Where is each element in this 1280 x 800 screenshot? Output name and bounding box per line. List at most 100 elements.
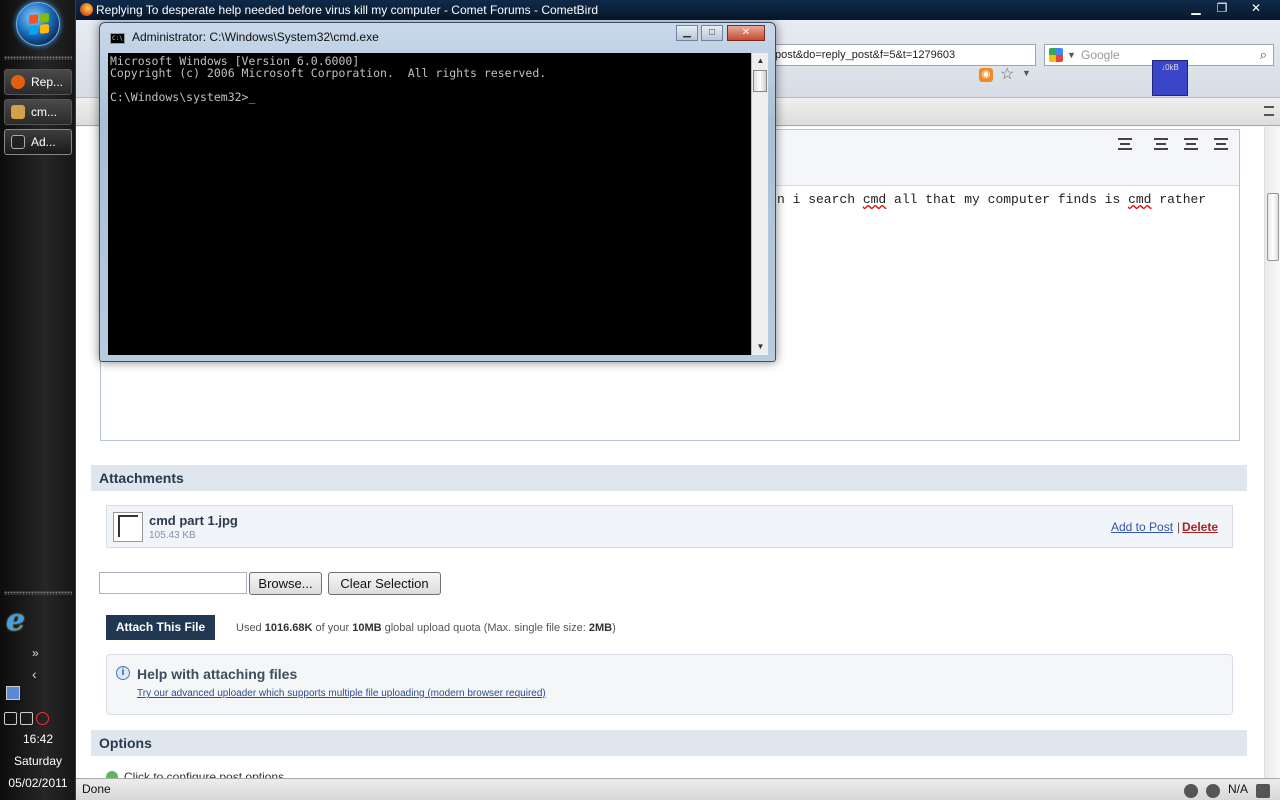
clock-day: Saturday xyxy=(13,754,63,768)
taskbar-item-cmd[interactable]: Ad... xyxy=(4,129,72,155)
cmd-title: Administrator: C:\Windows\System32\cmd.e… xyxy=(132,30,379,44)
clear-selection-button[interactable]: Clear Selection xyxy=(328,572,441,595)
taskbar-item-label: Ad... xyxy=(31,135,56,149)
browser-titlebar: Replying To desperate help needed before… xyxy=(76,0,1280,20)
page-scrollbar[interactable] xyxy=(1264,127,1280,778)
attach-file-button[interactable]: Attach This File xyxy=(106,615,215,640)
resize-grip-icon[interactable] xyxy=(1256,784,1270,798)
google-icon xyxy=(1049,48,1063,62)
cmd-icon xyxy=(11,135,25,149)
attachment-file-name: cmd part 1.jpg xyxy=(149,513,238,528)
attachment-row: cmd part 1.jpg 105.43 KB Add to Post | D… xyxy=(106,505,1233,548)
editor-text-part: n i search xyxy=(777,192,863,207)
quota-used: 1016.68K xyxy=(264,622,313,634)
clock-date: 05/02/2011 xyxy=(8,776,68,790)
cmd-scrollbar-thumb[interactable] xyxy=(753,70,767,92)
chevron-left-icon[interactable]: ‹ xyxy=(32,666,37,682)
bookmark-star-icon[interactable]: ☆ xyxy=(1000,64,1014,84)
browser-title: Replying To desperate help needed before… xyxy=(96,3,598,17)
cmd-line: Copyright (c) 2006 Microsoft Corporation… xyxy=(110,66,547,80)
upload-quota-text: Used 1016.68K of your 10MB global upload… xyxy=(236,622,616,634)
taskbar-grip xyxy=(4,591,72,595)
quota-text-part: global upload quota (Max. single file si… xyxy=(381,622,589,634)
close-button[interactable]: ✕ xyxy=(1244,0,1268,16)
scrollbar-thumb[interactable] xyxy=(1267,193,1279,261)
editor-text-part: rather xyxy=(1151,192,1207,207)
taskbar-item-label: Rep... xyxy=(31,75,64,89)
cmd-output: Microsoft Windows [Version 6.0.6000] Copy… xyxy=(110,55,546,103)
clock-time[interactable]: 16:42 xyxy=(0,732,76,746)
system-tray xyxy=(4,712,49,725)
volume-muted-icon[interactable] xyxy=(36,712,49,725)
internet-explorer-icon[interactable]: e xyxy=(6,606,36,636)
browse-button[interactable]: Browse... xyxy=(249,572,322,595)
editor-text-part: all that my computer finds is xyxy=(886,192,1129,207)
taskbar-grip xyxy=(4,56,72,60)
status-na: N/A xyxy=(1227,782,1248,796)
file-path-input[interactable] xyxy=(99,572,247,594)
indent-icon[interactable] xyxy=(1118,138,1132,150)
quota-text-part: ) xyxy=(612,622,616,634)
align-center-icon[interactable] xyxy=(1184,138,1198,150)
windows-logo-icon xyxy=(29,12,49,36)
start-button[interactable] xyxy=(16,2,60,46)
quota-text-part: of your xyxy=(312,622,353,634)
attachments-heading: Attachments xyxy=(91,465,1247,491)
info-icon: i xyxy=(116,666,130,680)
quota-text-part: Used xyxy=(236,622,265,634)
advanced-uploader-link[interactable]: Try our advanced uploader which supports… xyxy=(137,688,546,699)
search-placeholder: Google xyxy=(1081,48,1120,62)
delete-attachment-link[interactable]: Delete xyxy=(1182,520,1218,534)
post-options-label: Click to configure post options xyxy=(124,770,285,778)
url-bar[interactable]: post&do=reply_post&f=5&t=1279603 xyxy=(766,44,1036,66)
tray-app-icon[interactable] xyxy=(6,686,20,700)
status-text: Done xyxy=(82,782,111,796)
status-icons: N/A xyxy=(1183,779,1270,800)
search-engine-dropdown-icon[interactable]: ▼ xyxy=(1067,45,1076,65)
misspelled-word[interactable]: cmd xyxy=(863,192,886,207)
status-bar: Done N/A xyxy=(76,778,1280,800)
tag-icon[interactable] xyxy=(1183,784,1198,798)
cmd-maximize-button[interactable]: □ xyxy=(701,25,723,41)
cometbird-icon xyxy=(80,3,93,16)
restore-button[interactable]: ❐ xyxy=(1210,0,1234,16)
cmd-icon: C:\ xyxy=(110,33,125,44)
attachment-file-size: 105.43 KB xyxy=(149,530,196,541)
chevron-down-icon[interactable]: » xyxy=(32,646,39,660)
help-title: Help with attaching files xyxy=(137,666,298,682)
scroll-down-icon[interactable]: ▼ xyxy=(752,339,769,355)
add-to-post-link[interactable]: Add to Post xyxy=(1111,520,1173,534)
taskbar-item-browser[interactable]: Rep... xyxy=(4,69,72,95)
cmd-minimize-button[interactable]: ▁ xyxy=(676,25,698,41)
search-icon[interactable]: ⌕ xyxy=(1260,45,1267,65)
cmd-scrollbar[interactable]: ▲ ▼ xyxy=(751,53,768,355)
addon-icon[interactable] xyxy=(1205,784,1220,798)
misspelled-word[interactable]: cmd xyxy=(1128,192,1151,207)
cmd-prompt[interactable]: C:\Windows\system32>_ xyxy=(110,91,546,103)
cmd-window[interactable]: C:\ Administrator: C:\Windows\System32\c… xyxy=(99,22,776,362)
link-separator: | xyxy=(1177,520,1181,534)
help-box: i Help with attaching files Try our adva… xyxy=(106,654,1233,715)
post-options-link[interactable]: Click to configure post options xyxy=(106,770,284,778)
quota-max: 2MB xyxy=(588,622,613,634)
align-left-icon[interactable] xyxy=(1154,138,1168,150)
taskbar-item-label: cm... xyxy=(31,105,57,119)
minimize-button[interactable]: ▁ xyxy=(1184,0,1208,16)
safely-remove-icon[interactable] xyxy=(4,712,17,725)
align-right-icon[interactable] xyxy=(1214,138,1228,150)
options-heading: Options xyxy=(91,730,1247,756)
taskbar-item-cm[interactable]: cm... xyxy=(4,99,72,125)
scroll-up-icon[interactable]: ▲ xyxy=(752,53,769,69)
list-all-tabs-icon[interactable] xyxy=(1264,106,1274,116)
rss-icon[interactable]: ◉ xyxy=(979,68,993,82)
cmd-console[interactable]: Microsoft Windows [Version 6.0.6000] Copy… xyxy=(108,53,751,355)
quota-total: 10MB xyxy=(352,622,382,634)
taskbar: Rep... cm... Ad... e » ‹ 16:42 Saturday … xyxy=(0,0,76,800)
network-meter: ↓0kB xyxy=(1152,60,1188,96)
network-icon[interactable] xyxy=(20,712,33,725)
editor-text[interactable]: n i search cmd all that my computer find… xyxy=(777,192,1206,207)
options-toggle-icon xyxy=(106,771,118,778)
image-thumbnail-icon xyxy=(113,512,143,542)
cmd-close-button[interactable]: ✕ xyxy=(727,25,765,41)
url-dropdown-icon[interactable]: ▼ xyxy=(1022,68,1031,78)
